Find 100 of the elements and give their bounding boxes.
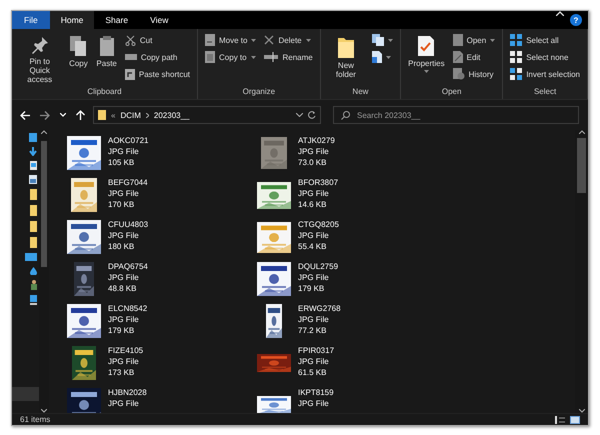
group-label: Select	[532, 87, 558, 98]
file-type: JPG File	[298, 356, 330, 367]
checklist-icon	[417, 35, 436, 57]
breadcrumb[interactable]: 202303__	[154, 110, 190, 120]
ribbon-button[interactable]: Select none	[507, 49, 583, 65]
folder-icon	[98, 110, 106, 120]
ribbon-button[interactable]: Rename	[261, 49, 316, 65]
ribbon-button[interactable]: Edit	[450, 49, 498, 65]
new-item-icon	[372, 34, 384, 46]
shortcut-icon	[124, 68, 135, 80]
folder-icon	[30, 221, 37, 232]
folder-icon	[30, 237, 37, 248]
drive-icon	[30, 295, 37, 305]
copy-icon	[68, 35, 88, 57]
ribbon-button[interactable]: Select all	[507, 32, 583, 48]
chevron-icon	[60, 113, 66, 117]
file-size: 14.6 KB	[298, 199, 328, 210]
ribbon-button[interactable]: Move to	[202, 32, 260, 48]
ribbon-button[interactable]: Invert selection	[507, 66, 583, 82]
scissors-icon	[124, 34, 136, 46]
pictures-icon	[29, 175, 37, 184]
file-type: JPG File	[108, 356, 140, 367]
forward-button[interactable]	[38, 108, 52, 122]
ribbon-button[interactable]: New folder	[324, 32, 368, 87]
address-bar[interactable]: « DCIM 202303__	[93, 106, 321, 124]
file-type: JPG File	[298, 398, 330, 409]
document-icon	[30, 161, 37, 170]
file-type: JPG File	[298, 146, 330, 157]
file-name[interactable]: BEFG7044	[108, 177, 148, 188]
help-button[interactable]: ?	[570, 14, 582, 26]
download-icon	[29, 147, 37, 156]
file-name[interactable]: BFOR3807	[298, 177, 338, 188]
search-field[interactable]: Search 202303__	[333, 106, 579, 124]
back-arrow-icon	[20, 110, 30, 120]
ribbon-button[interactable]: Cut	[122, 32, 194, 48]
scroll-up-icon	[578, 130, 584, 134]
group-label: Open	[440, 87, 462, 98]
ribbon-button[interactable]: Paste	[93, 32, 120, 87]
scrollbar-thumb[interactable]	[577, 138, 586, 193]
ribbon-tab[interactable]: File	[12, 11, 50, 29]
group-label: New	[351, 87, 370, 98]
file-size: 179 KB	[298, 283, 326, 294]
collapse-ribbon-icon	[556, 11, 564, 16]
ribbon-button[interactable]: History	[450, 66, 498, 82]
file-name[interactable]: AOKC0721	[108, 135, 148, 146]
folder-icon	[30, 189, 37, 200]
file-name[interactable]: ELCN8542	[108, 303, 148, 314]
ribbon-button[interactable]: Delete	[261, 32, 316, 48]
file-name[interactable]: ATJK0279	[298, 135, 335, 146]
ribbon-button[interactable]: Copy	[65, 32, 92, 87]
folder-icon	[30, 205, 37, 216]
clipboard-icon	[98, 35, 116, 57]
file-type: JPG File	[298, 314, 330, 325]
breadcrumb[interactable]: DCIM	[120, 110, 141, 120]
invert-selection-icon	[510, 68, 522, 80]
file-type: JPG File	[108, 398, 140, 409]
recent-button[interactable]	[58, 111, 68, 119]
file-name[interactable]: ERWG2768	[298, 303, 341, 314]
file-type: JPG File	[298, 188, 330, 199]
file-name[interactable]: CFUU4803	[108, 219, 148, 230]
ribbon-button[interactable]: Open	[450, 32, 498, 48]
ribbon-tab[interactable]: View	[139, 11, 180, 29]
ribbon-button[interactable]: Paste shortcut	[122, 66, 194, 82]
file-size: 180 KB	[108, 241, 136, 252]
file-size: 173 KB	[108, 367, 136, 378]
up-arrow-icon	[76, 110, 85, 120]
quick-access-icon	[29, 133, 37, 142]
chevron-icon	[296, 113, 303, 117]
ribbon-tab[interactable]: Home	[50, 11, 94, 29]
ribbon-button[interactable]: Properties	[405, 32, 448, 87]
ribbon-button[interactable]: Copy to	[202, 49, 260, 65]
file-name[interactable]: FPIR0317	[298, 345, 334, 356]
rename-icon	[264, 52, 278, 62]
file-name[interactable]: HJBN2028	[108, 387, 147, 398]
file-name[interactable]: CTGQ8205	[298, 219, 339, 230]
file-name[interactable]: IKPT8159	[298, 387, 334, 398]
folder-icon	[336, 35, 355, 59]
scroll-down-icon	[41, 409, 47, 413]
edit-icon	[452, 51, 463, 63]
up-button[interactable]	[74, 108, 87, 122]
file-name[interactable]: FIZE4105	[108, 345, 144, 356]
scrollbar-thumb[interactable]	[41, 141, 47, 267]
ribbon-button[interactable]: Pin to Quick access	[16, 32, 64, 87]
details-view-icon	[555, 416, 565, 424]
file-name[interactable]: DQUL2759	[298, 261, 338, 272]
item-count: 61 items	[20, 415, 50, 424]
file-name[interactable]: DPAQ6754	[108, 261, 148, 272]
file-size: 179 KB	[108, 325, 136, 336]
file-type: JPG File	[108, 230, 140, 241]
forward-arrow-icon	[40, 110, 50, 120]
ribbon-button[interactable]: Copy path	[122, 49, 194, 65]
document-copy-icon	[205, 51, 216, 63]
overflow-chevron[interactable]: «	[111, 110, 116, 120]
file-size: 170 KB	[108, 199, 136, 210]
scrollbar[interactable]	[39, 130, 49, 413]
ribbon-tab[interactable]: Share	[94, 11, 140, 29]
group-label: Clipboard	[86, 87, 123, 98]
scroll-down-icon	[578, 409, 584, 413]
back-button[interactable]	[18, 108, 32, 122]
document-icon	[372, 51, 382, 63]
